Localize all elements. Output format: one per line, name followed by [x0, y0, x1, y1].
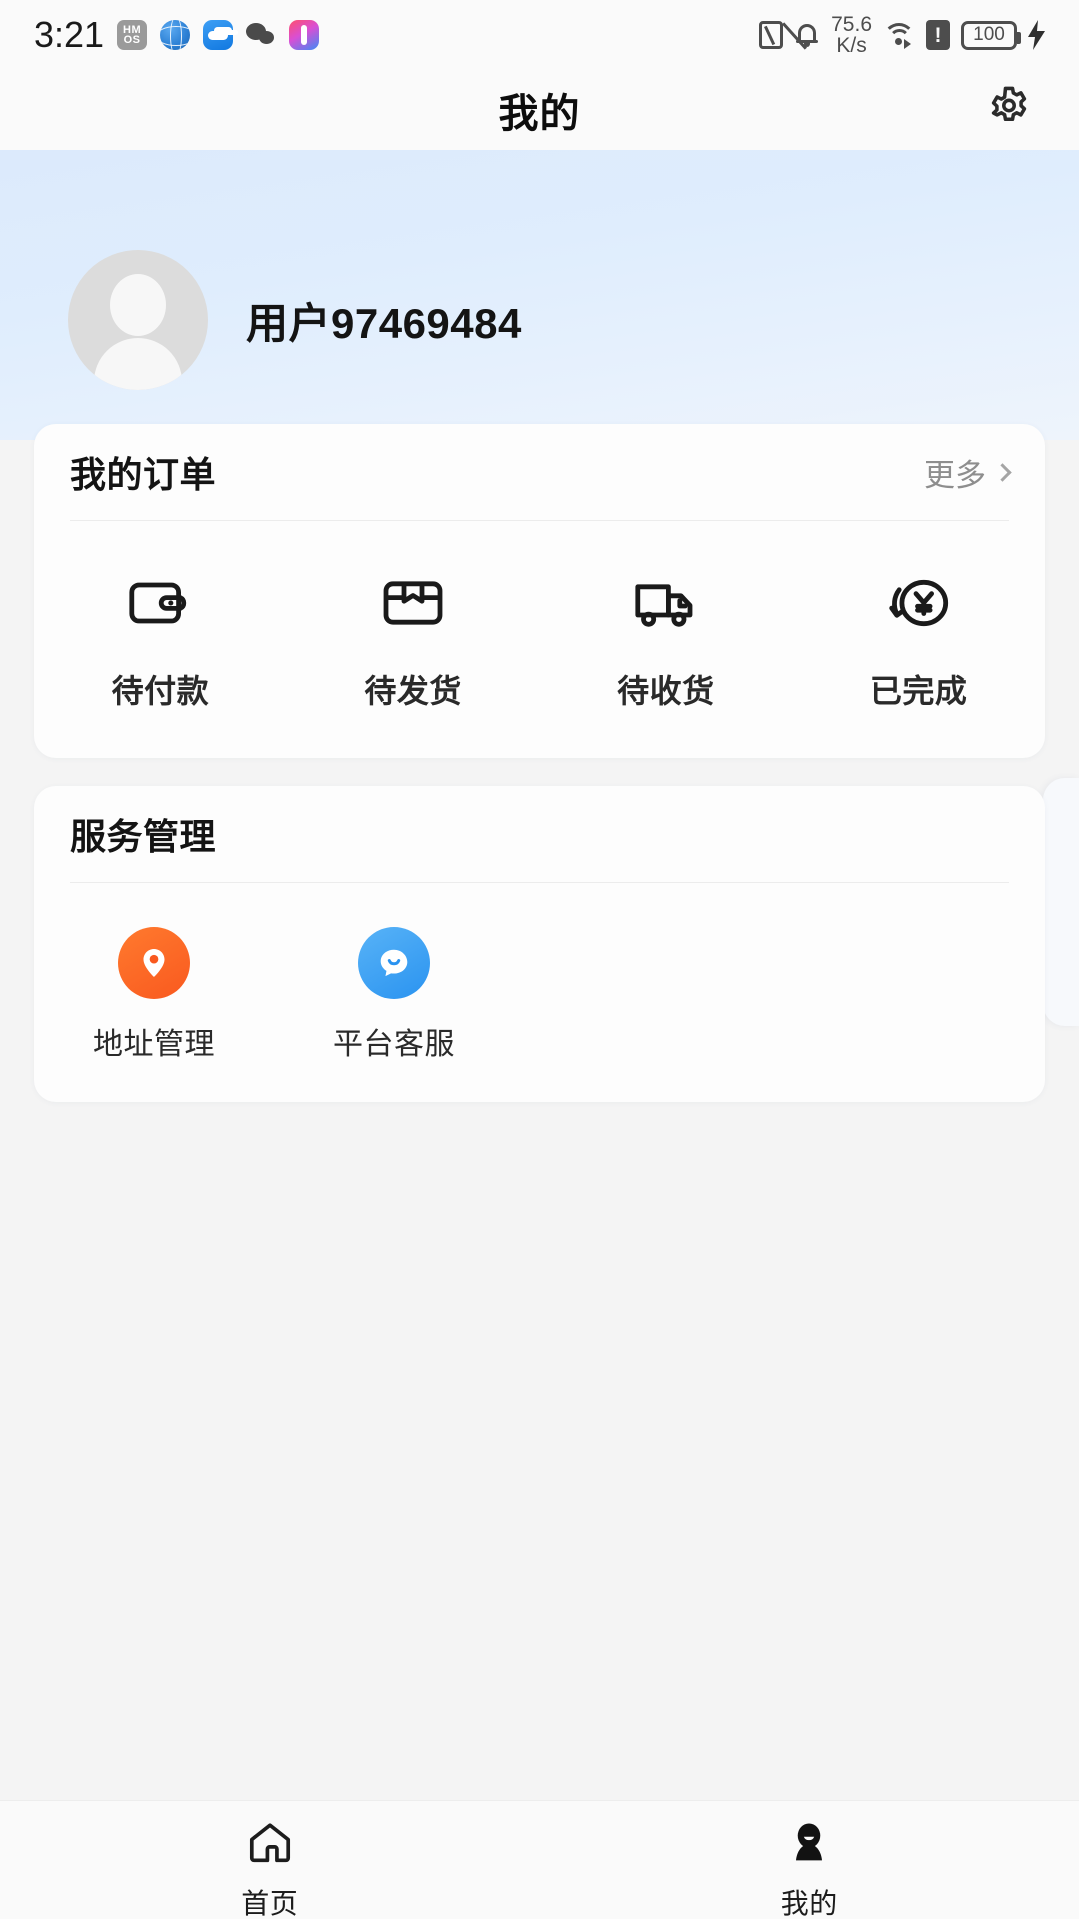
order-status-label: 待收货: [617, 673, 715, 709]
nav-item-mine[interactable]: 我的: [679, 1817, 939, 1919]
status-bar-right: 75.6 K/s 100: [759, 14, 1045, 56]
service-management-card: 服务管理 地址管理 平台客服: [34, 786, 1045, 1102]
settings-button[interactable]: [979, 80, 1039, 140]
charging-bolt-icon: [1028, 20, 1045, 50]
my-orders-card: 我的订单 更多 待付款 待发货 待收货 已完成: [34, 424, 1045, 758]
globe-icon: [160, 20, 191, 50]
service-item-address[interactable]: 地址管理: [34, 927, 274, 1063]
order-status-label: 待发货: [364, 673, 462, 709]
battery-level: 100: [973, 24, 1005, 45]
chevron-right-icon: [993, 462, 1012, 482]
network-speed: 75.6 K/s: [831, 14, 872, 56]
bell-muted-icon: [782, 21, 820, 50]
status-time: 3:21: [34, 14, 105, 55]
my-orders-more-label: 更多: [924, 457, 986, 493]
service-management-header: 服务管理: [34, 786, 1045, 882]
service-item-label: 平台客服: [333, 1028, 455, 1061]
home-icon: [244, 1817, 296, 1874]
side-drawer-handle[interactable]: [1043, 778, 1079, 1026]
nav-item-label: 首页: [241, 1888, 299, 1919]
my-orders-header: 我的订单 更多: [34, 424, 1045, 520]
nav-item-label: 我的: [780, 1888, 838, 1919]
nav-item-home[interactable]: 首页: [140, 1817, 400, 1919]
order-status-label: 待付款: [111, 673, 210, 709]
network-speed-value: 75.6: [831, 13, 872, 36]
service-management-title: 服务管理: [70, 816, 217, 857]
delivery-truck-icon: [630, 567, 702, 644]
order-status-label: 已完成: [869, 673, 968, 709]
wifi-icon: [883, 21, 915, 49]
location-pin-icon: [118, 927, 190, 999]
package-box-icon: [377, 567, 449, 644]
hmos-icon-line2: OS: [123, 34, 141, 46]
my-orders-more-link[interactable]: 更多: [924, 450, 1012, 495]
default-avatar-icon[interactable]: [68, 250, 208, 390]
order-status-to-receive[interactable]: 待收货: [540, 567, 793, 712]
hmos-icon: HM OS: [117, 20, 148, 50]
yuan-refund-icon: [883, 567, 955, 644]
app-header: 我的: [0, 70, 1079, 150]
app-icon: [289, 20, 320, 50]
phone-screen: 3:21 HM OS 75.6 K/s ! 100 我的 用户97469484 …: [0, 0, 1079, 1919]
network-speed-unit: K/s: [836, 34, 867, 57]
sim-alert-icon: [926, 20, 950, 50]
customer-service-icon: [358, 927, 430, 999]
profile-row[interactable]: 用户97469484: [68, 250, 522, 390]
service-item-label: 地址管理: [93, 1028, 215, 1061]
page-title: 我的: [498, 92, 581, 136]
wallet-icon: [124, 567, 196, 644]
nfc-icon: [759, 21, 784, 49]
order-status-completed[interactable]: 已完成: [792, 567, 1045, 712]
order-status-to-ship[interactable]: 待发货: [287, 567, 540, 712]
my-orders-title: 我的订单: [70, 454, 217, 495]
cloud-icon: [203, 20, 234, 50]
gear-icon: [984, 83, 1034, 138]
status-bar-left: 3:21 HM OS: [34, 14, 320, 56]
profile-person-icon: [783, 1817, 835, 1874]
order-status-grid: 待付款 待发货 待收货 已完成: [34, 521, 1045, 712]
wechat-icon: [246, 22, 276, 48]
service-grid: 地址管理 平台客服: [34, 883, 1045, 1063]
service-item-customer-service[interactable]: 平台客服: [274, 927, 514, 1063]
order-status-to-pay[interactable]: 待付款: [34, 567, 287, 712]
status-bar: 3:21 HM OS 75.6 K/s ! 100: [0, 0, 1079, 70]
username: 用户97469484: [246, 299, 522, 347]
bottom-navigation-bar: 首页 我的: [0, 1800, 1079, 1919]
battery-icon: 100: [961, 20, 1021, 50]
